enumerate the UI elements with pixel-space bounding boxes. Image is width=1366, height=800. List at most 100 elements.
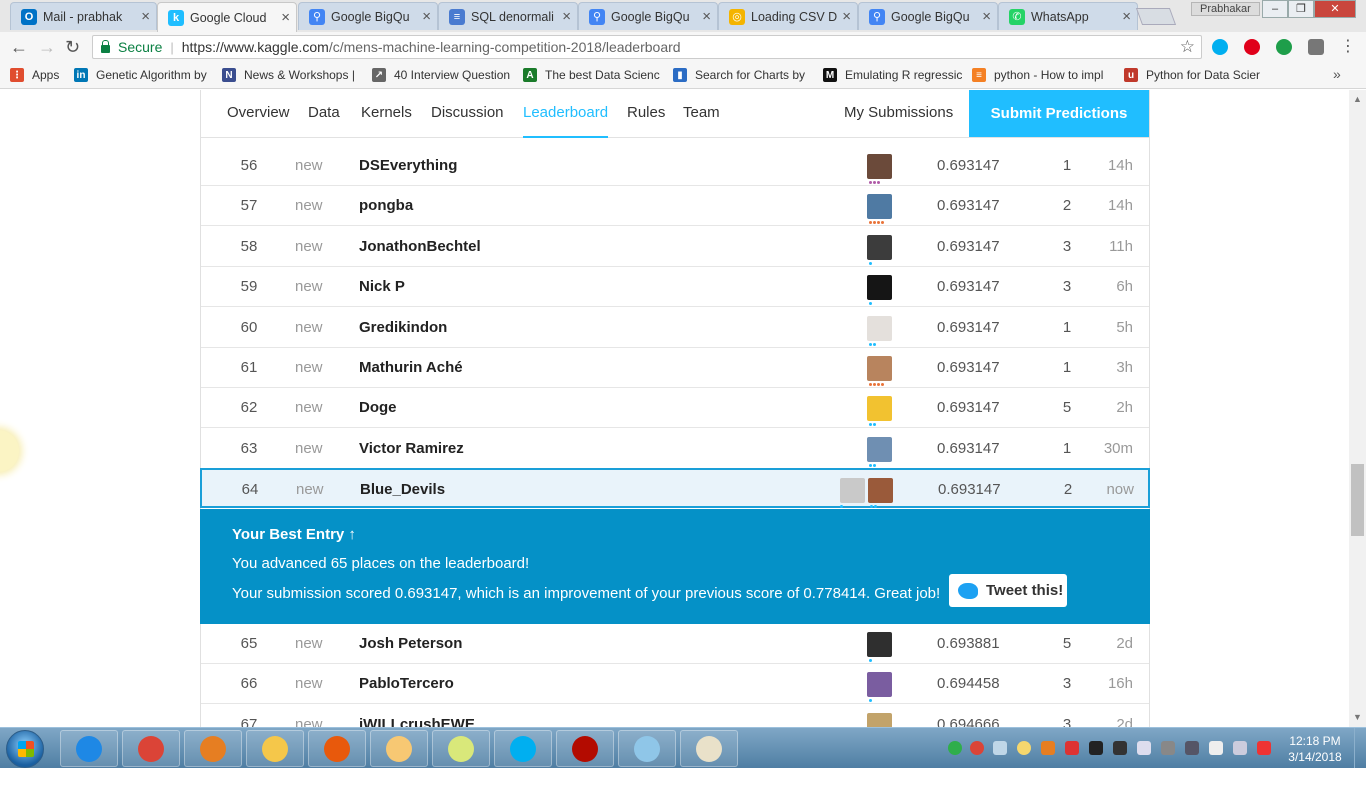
browser-tab[interactable]: ≡ SQL denormali ×: [438, 2, 578, 30]
team-name-cell[interactable]: JonathonBechtel: [359, 227, 481, 267]
address-bar[interactable]: Secure | https://www.kaggle.com/c/mens-m…: [92, 35, 1202, 59]
taskbar-app-button[interactable]: [680, 730, 738, 767]
team-name-cell[interactable]: Josh Peterson: [359, 624, 462, 664]
scroll-down-icon[interactable]: ▼: [1353, 712, 1362, 722]
reload-icon[interactable]: ↻: [65, 37, 80, 57]
team-member-avatar[interactable]: [867, 315, 892, 341]
close-tab-icon[interactable]: ×: [702, 8, 711, 25]
tab-discussion[interactable]: Discussion: [431, 104, 504, 121]
team-name-cell[interactable]: Gredikindon: [359, 308, 447, 348]
taskbar-app-button[interactable]: [60, 730, 118, 767]
tab-overview[interactable]: Overview: [227, 104, 290, 121]
tab-leaderboard[interactable]: Leaderboard: [523, 104, 609, 138]
profile-button[interactable]: Prabhakar: [1191, 2, 1260, 16]
tray-volume-icon[interactable]: [1137, 741, 1151, 755]
table-row[interactable]: 57 new pongba 0.693147 2 14h: [201, 186, 1149, 227]
hangouts-extension-icon[interactable]: [1276, 39, 1292, 55]
maximize-button[interactable]: ❐: [1288, 0, 1314, 18]
bookmark-star-icon[interactable]: ☆: [1180, 37, 1195, 57]
submit-predictions-button[interactable]: Submit Predictions: [969, 90, 1149, 137]
close-tab-icon[interactable]: ×: [141, 8, 150, 25]
taskbar-app-button[interactable]: [308, 730, 366, 767]
tray-signal-icon[interactable]: [1233, 741, 1247, 755]
page-scrollbar[interactable]: ▲ ▼: [1349, 90, 1366, 727]
team-name-cell[interactable]: pongba: [359, 186, 413, 226]
table-row[interactable]: 62 new Doge 0.693147 5 2h: [201, 388, 1149, 429]
tray-cloud-icon[interactable]: [993, 741, 1007, 755]
close-window-button[interactable]: ✕: [1314, 0, 1356, 18]
bookmark-item[interactable]: ≡ python - How to impl: [972, 68, 1103, 82]
show-desktop-button[interactable]: [1354, 728, 1366, 769]
browser-tab[interactable]: ◎ Loading CSV D ×: [718, 2, 858, 30]
team-name-cell[interactable]: Doge: [359, 388, 397, 428]
browser-tab[interactable]: ⚲ Google BigQu ×: [858, 2, 998, 30]
taskbar-app-button[interactable]: [184, 730, 242, 767]
team-member-avatar[interactable]: [867, 194, 892, 220]
tab-kernels[interactable]: Kernels: [361, 104, 412, 121]
new-tab-button[interactable]: [1135, 8, 1177, 25]
table-row[interactable]: 58 new JonathonBechtel 0.693147 3 11h: [201, 226, 1149, 267]
team-member-avatar[interactable]: [867, 275, 892, 301]
bookmark-item[interactable]: ⋮ Apps: [10, 68, 59, 82]
team-name-cell[interactable]: DSEverything: [359, 146, 457, 186]
tray-battery-icon[interactable]: [1161, 741, 1175, 755]
taskbar-app-button[interactable]: [370, 730, 428, 767]
minimize-button[interactable]: –: [1262, 0, 1288, 18]
team-name-cell[interactable]: Mathurin Aché: [359, 348, 463, 388]
table-row[interactable]: 56 new DSEverything 0.693147 1 14h: [201, 146, 1149, 186]
tray-network-error-icon[interactable]: [1257, 741, 1271, 755]
team-member-avatar[interactable]: [867, 712, 892, 727]
team-name-cell[interactable]: iWILLcrushEWE: [359, 705, 475, 727]
team-member-avatar[interactable]: [867, 234, 892, 260]
tray-update-icon[interactable]: [948, 741, 962, 755]
team-name-cell[interactable]: Nick P: [359, 267, 405, 307]
close-tab-icon[interactable]: ×: [842, 8, 851, 25]
bookmark-item[interactable]: M Emulating R regressic: [823, 68, 962, 82]
taskbar-app-button[interactable]: [494, 730, 552, 767]
taskbar-app-button[interactable]: [122, 730, 180, 767]
close-tab-icon[interactable]: ×: [422, 8, 431, 25]
back-icon[interactable]: ←: [10, 37, 28, 57]
tray-chrome-icon[interactable]: [970, 741, 984, 755]
table-row[interactable]: 65 new Josh Peterson 0.693881 5 2d: [201, 624, 1149, 664]
table-row[interactable]: 60 new Gredikindon 0.693147 1 5h: [201, 307, 1149, 348]
tray-speaker-muted-icon[interactable]: [1065, 741, 1079, 755]
tray-usb-icon[interactable]: [1113, 741, 1127, 755]
extension-icon[interactable]: [1308, 39, 1324, 55]
tray-app-icon[interactable]: [1089, 741, 1103, 755]
team-member-avatar[interactable]: [867, 632, 892, 657]
team-name-cell[interactable]: Victor Ramirez: [359, 429, 464, 469]
url-text[interactable]: https://www.kaggle.com/c/mens-machine-le…: [182, 39, 681, 55]
tab-team[interactable]: Team: [683, 104, 720, 121]
my-team-row[interactable]: 64 new Blue_Devils 0.693147 2 now: [200, 468, 1150, 508]
taskbar-app-button[interactable]: [556, 730, 614, 767]
tab-data[interactable]: Data: [308, 104, 340, 121]
browser-tab[interactable]: ⚲ Google BigQu ×: [298, 2, 438, 30]
more-bookmarks-icon[interactable]: »: [1333, 66, 1341, 82]
bookmark-item[interactable]: in Genetic Algorithm by: [74, 68, 207, 82]
close-tab-icon[interactable]: ×: [982, 8, 991, 25]
scrollbar-thumb[interactable]: [1351, 464, 1364, 536]
table-row[interactable]: 67 new iWILLcrushEWE 0.694666 3 2d: [201, 704, 1149, 727]
table-row[interactable]: 66 new PabloTercero 0.694458 3 16h: [201, 664, 1149, 705]
bookmark-item[interactable]: ▮ Search for Charts by: [673, 68, 805, 82]
table-row[interactable]: 61 new Mathurin Aché 0.693147 1 3h: [201, 348, 1149, 388]
tweet-button[interactable]: Tweet this!: [949, 574, 1067, 607]
browser-tab[interactable]: ⚲ Google BigQu ×: [578, 2, 718, 30]
bookmark-item[interactable]: u Python for Data Scier: [1124, 68, 1260, 82]
bookmark-item[interactable]: A The best Data Scienc: [523, 68, 660, 82]
bookmark-item[interactable]: ↗ 40 Interview Question: [372, 68, 510, 82]
my-submissions-link[interactable]: My Submissions: [844, 104, 953, 121]
team-member-avatar[interactable]: [868, 478, 893, 503]
scroll-up-icon[interactable]: ▲: [1353, 94, 1362, 104]
tray-sun-icon[interactable]: [1017, 741, 1031, 755]
taskbar-clock[interactable]: 12:18 PM 3/14/2018: [1280, 733, 1350, 765]
team-member-avatar[interactable]: [867, 356, 892, 381]
team-name-cell[interactable]: Blue_Devils: [360, 470, 445, 510]
bookmark-item[interactable]: N News & Workshops |: [222, 68, 355, 82]
opera-extension-icon[interactable]: [1244, 39, 1260, 55]
browser-tab[interactable]: O Mail - prabhak ×: [10, 2, 157, 30]
menu-kebab-icon[interactable]: ⋮: [1340, 37, 1356, 57]
start-button[interactable]: [6, 730, 44, 768]
taskbar-app-button[interactable]: [618, 730, 676, 767]
